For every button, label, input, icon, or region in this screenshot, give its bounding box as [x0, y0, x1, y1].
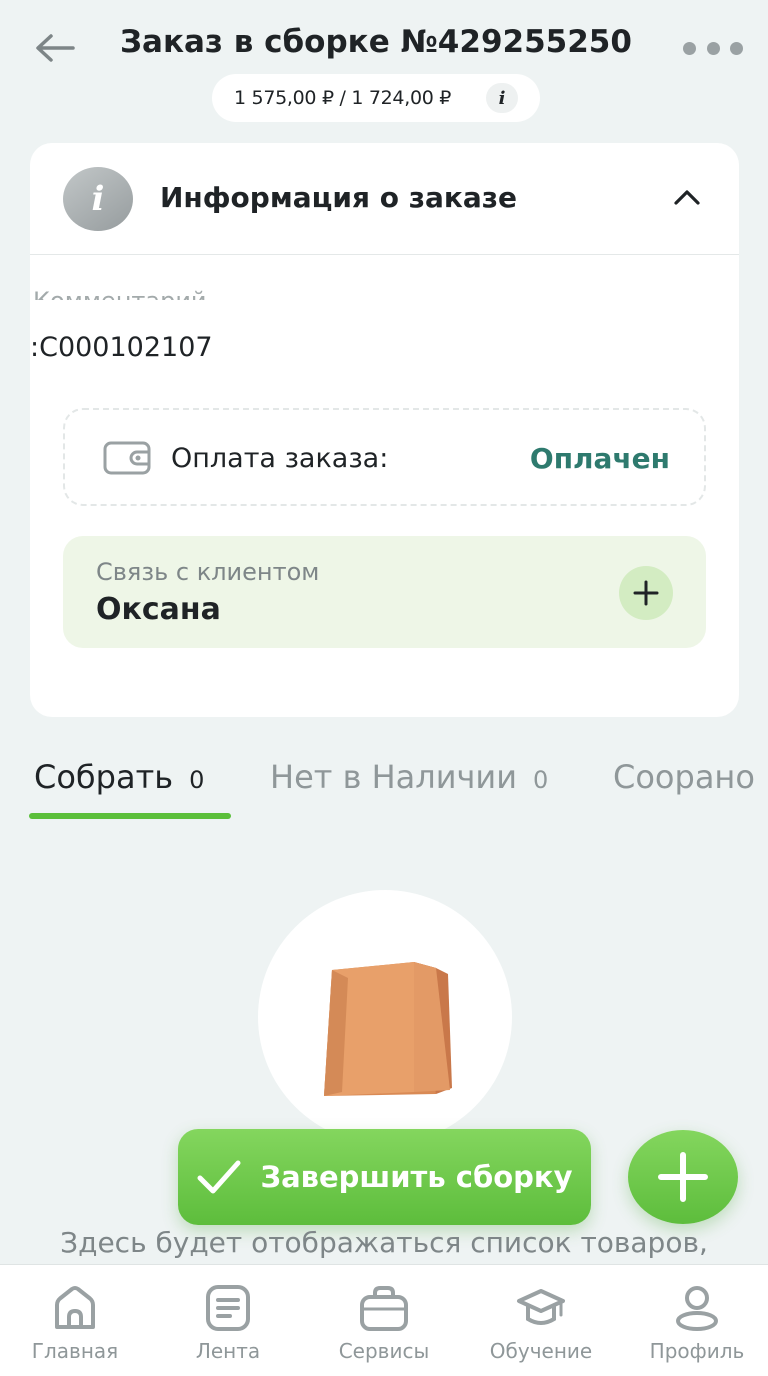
- nav-label: Главная: [31, 1339, 119, 1363]
- tab-out-of-stock[interactable]: Нет в Наличии 0: [270, 758, 548, 818]
- finish-assembly-button[interactable]: Завершить сборку: [178, 1129, 591, 1225]
- info-icon: i: [63, 167, 133, 231]
- contact-label: Связь с клиентом: [96, 558, 320, 586]
- graduation-cap-icon: [517, 1289, 565, 1325]
- tab-count: 0: [189, 766, 205, 794]
- tab-label: Собрать: [34, 758, 174, 796]
- nav-label: Сервисы: [338, 1339, 430, 1363]
- more-button[interactable]: [683, 36, 743, 60]
- nav-item-services[interactable]: Сервисы: [309, 1265, 459, 1376]
- order-info-title: Информация о заказе: [160, 181, 518, 214]
- comment-value: :С000102107: [30, 332, 213, 363]
- briefcase-icon: [360, 1286, 408, 1331]
- paper-bag-icon: [324, 962, 452, 1096]
- tab-count: 0: [533, 766, 549, 794]
- payment-status: Оплачен: [529, 442, 670, 475]
- add-contact-button[interactable]: [619, 566, 673, 620]
- chevron-up-icon[interactable]: [672, 183, 702, 213]
- plus-icon: [658, 1152, 708, 1202]
- nav-label: Лента: [195, 1339, 261, 1363]
- nav-item-home[interactable]: Главная: [0, 1265, 150, 1376]
- comment-label: Комментарий: [33, 286, 207, 300]
- contact-name: Оксана: [96, 592, 221, 627]
- nav-label: Обучение: [489, 1339, 593, 1363]
- client-contact[interactable]: Связь с клиентом Оксана: [63, 536, 706, 648]
- order-info-header[interactable]: i Информация о заказе: [30, 143, 739, 255]
- nav-item-profile[interactable]: Профиль: [622, 1265, 768, 1376]
- wallet-icon: [103, 441, 151, 475]
- nav-item-learning[interactable]: Обучение: [466, 1265, 616, 1376]
- profile-icon: [676, 1286, 718, 1331]
- active-tab-indicator: [29, 813, 231, 819]
- finish-label: Завершить сборку: [260, 1160, 573, 1194]
- price-info-icon[interactable]: i: [486, 83, 518, 113]
- more-dot: [730, 41, 743, 55]
- empty-state-text: Здесь будет отображаться список товаров,: [60, 1226, 708, 1259]
- empty-state-illustration: [258, 890, 512, 1144]
- header: Заказ в сборке №429255250 1 575,00 ₽ / 1…: [0, 0, 768, 130]
- add-item-button[interactable]: [628, 1130, 738, 1224]
- tab-collected[interactable]: Соорано: [613, 758, 755, 818]
- more-dot: [683, 41, 696, 55]
- tab-label: Нет в Наличии: [270, 758, 518, 796]
- check-icon: [197, 1160, 241, 1194]
- arrow-left-icon: [36, 34, 75, 62]
- page-title: Заказ в сборке №429255250: [120, 24, 632, 60]
- price-text: 1 575,00 ₽ / 1 724,00 ₽: [234, 87, 452, 109]
- price-summary: 1 575,00 ₽ / 1 724,00 ₽ i: [212, 74, 540, 122]
- home-icon: [55, 1286, 95, 1329]
- bottom-navigation: Главная Лента Сервисы Обучение Профиль: [0, 1264, 768, 1376]
- nav-item-feed[interactable]: Лента: [153, 1265, 303, 1376]
- tab-label: Соорано: [613, 758, 755, 796]
- payment-label: Оплата заказа:: [171, 443, 389, 474]
- plus-icon: [633, 580, 659, 606]
- feed-icon: [206, 1285, 250, 1331]
- nav-label: Профиль: [649, 1339, 745, 1363]
- more-dot: [706, 41, 720, 55]
- payment-status-box: Оплата заказа: Оплачен: [63, 408, 706, 506]
- tab-bar: Собрать 0 Нет в Наличии 0 Соорано: [0, 740, 768, 830]
- tab-collect[interactable]: Собрать 0: [34, 758, 204, 818]
- back-button[interactable]: [30, 26, 80, 70]
